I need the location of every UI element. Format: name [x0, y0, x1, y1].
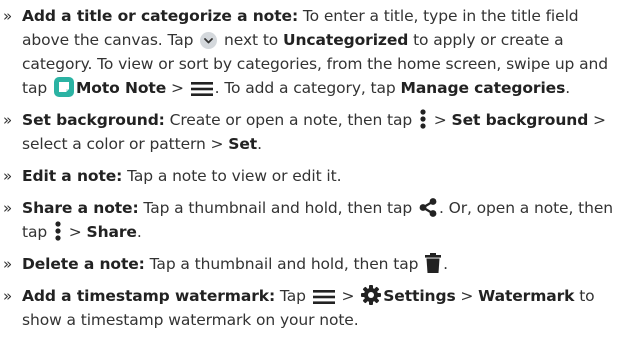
bullet: » [3, 199, 13, 217]
list-item-share-note: » Share a note: Tap a thumbnail and hold… [0, 196, 618, 244]
bullet: » [3, 111, 13, 129]
list-item-set-background: » Set background: Create or open a note,… [0, 108, 618, 156]
bullet: » [3, 167, 13, 185]
item-title: Add a title or categorize a note: [22, 7, 299, 25]
item-text: . [136, 223, 142, 241]
item-bold: Set [228, 135, 258, 153]
bullet: » [3, 287, 13, 305]
item-text: Tap a thumbnail and hold, then tap [144, 255, 424, 273]
item-text: > [166, 79, 189, 97]
item-text: Create or open a note, then tap [164, 111, 417, 129]
item-bold: Uncategorized [283, 31, 409, 49]
item-text: Tap a thumbnail and hold, then tap [138, 199, 417, 217]
chevron-down-icon [200, 32, 218, 49]
list-item-edit-note: » Edit a note: Tap a note to view or edi… [0, 164, 618, 188]
bullet: » [3, 7, 13, 25]
item-text: Tap [275, 287, 311, 305]
item-bold: Set background [451, 111, 589, 129]
item-text: . [565, 79, 571, 97]
item-bold: Manage categories [400, 79, 566, 97]
list-item-categorize: » Add a title or categorize a note: To e… [0, 4, 618, 100]
item-text: . [443, 255, 448, 273]
item-text: > [336, 287, 360, 305]
bullet: » [3, 255, 13, 273]
menu-icon [190, 81, 213, 97]
more-vert-icon [419, 109, 427, 129]
item-bold: Moto Note [75, 79, 167, 97]
item-text: > [63, 223, 87, 241]
item-text: . To add a category, tap [214, 79, 401, 97]
more-vert-icon [54, 221, 62, 241]
list-item-timestamp-watermark: » Add a timestamp watermark: Tap > Setti… [0, 284, 618, 332]
share-icon [419, 198, 437, 217]
item-title: Edit a note: [22, 167, 123, 185]
menu-icon [312, 289, 335, 305]
gear-icon [361, 285, 382, 305]
item-text: . [257, 135, 262, 153]
item-bold: Share [86, 223, 137, 241]
item-text: Tap a note to view or edit it. [122, 167, 342, 185]
list-item-delete-note: » Delete a note: Tap a thumbnail and hol… [0, 252, 618, 276]
item-title: Share a note: [22, 199, 139, 217]
item-title: Set background: [22, 111, 165, 129]
item-title: Add a timestamp watermark: [22, 287, 276, 305]
moto-note-app-icon [53, 77, 74, 97]
item-bold: Watermark [478, 287, 575, 305]
item-text: next to [219, 31, 284, 49]
trash-icon [425, 253, 442, 273]
item-text: > [428, 111, 452, 129]
item-bold: Settings [383, 287, 456, 305]
item-title: Delete a note: [22, 255, 145, 273]
item-text: > [455, 287, 479, 305]
instructions-document: » Add a title or categorize a note: To e… [0, 0, 618, 350]
